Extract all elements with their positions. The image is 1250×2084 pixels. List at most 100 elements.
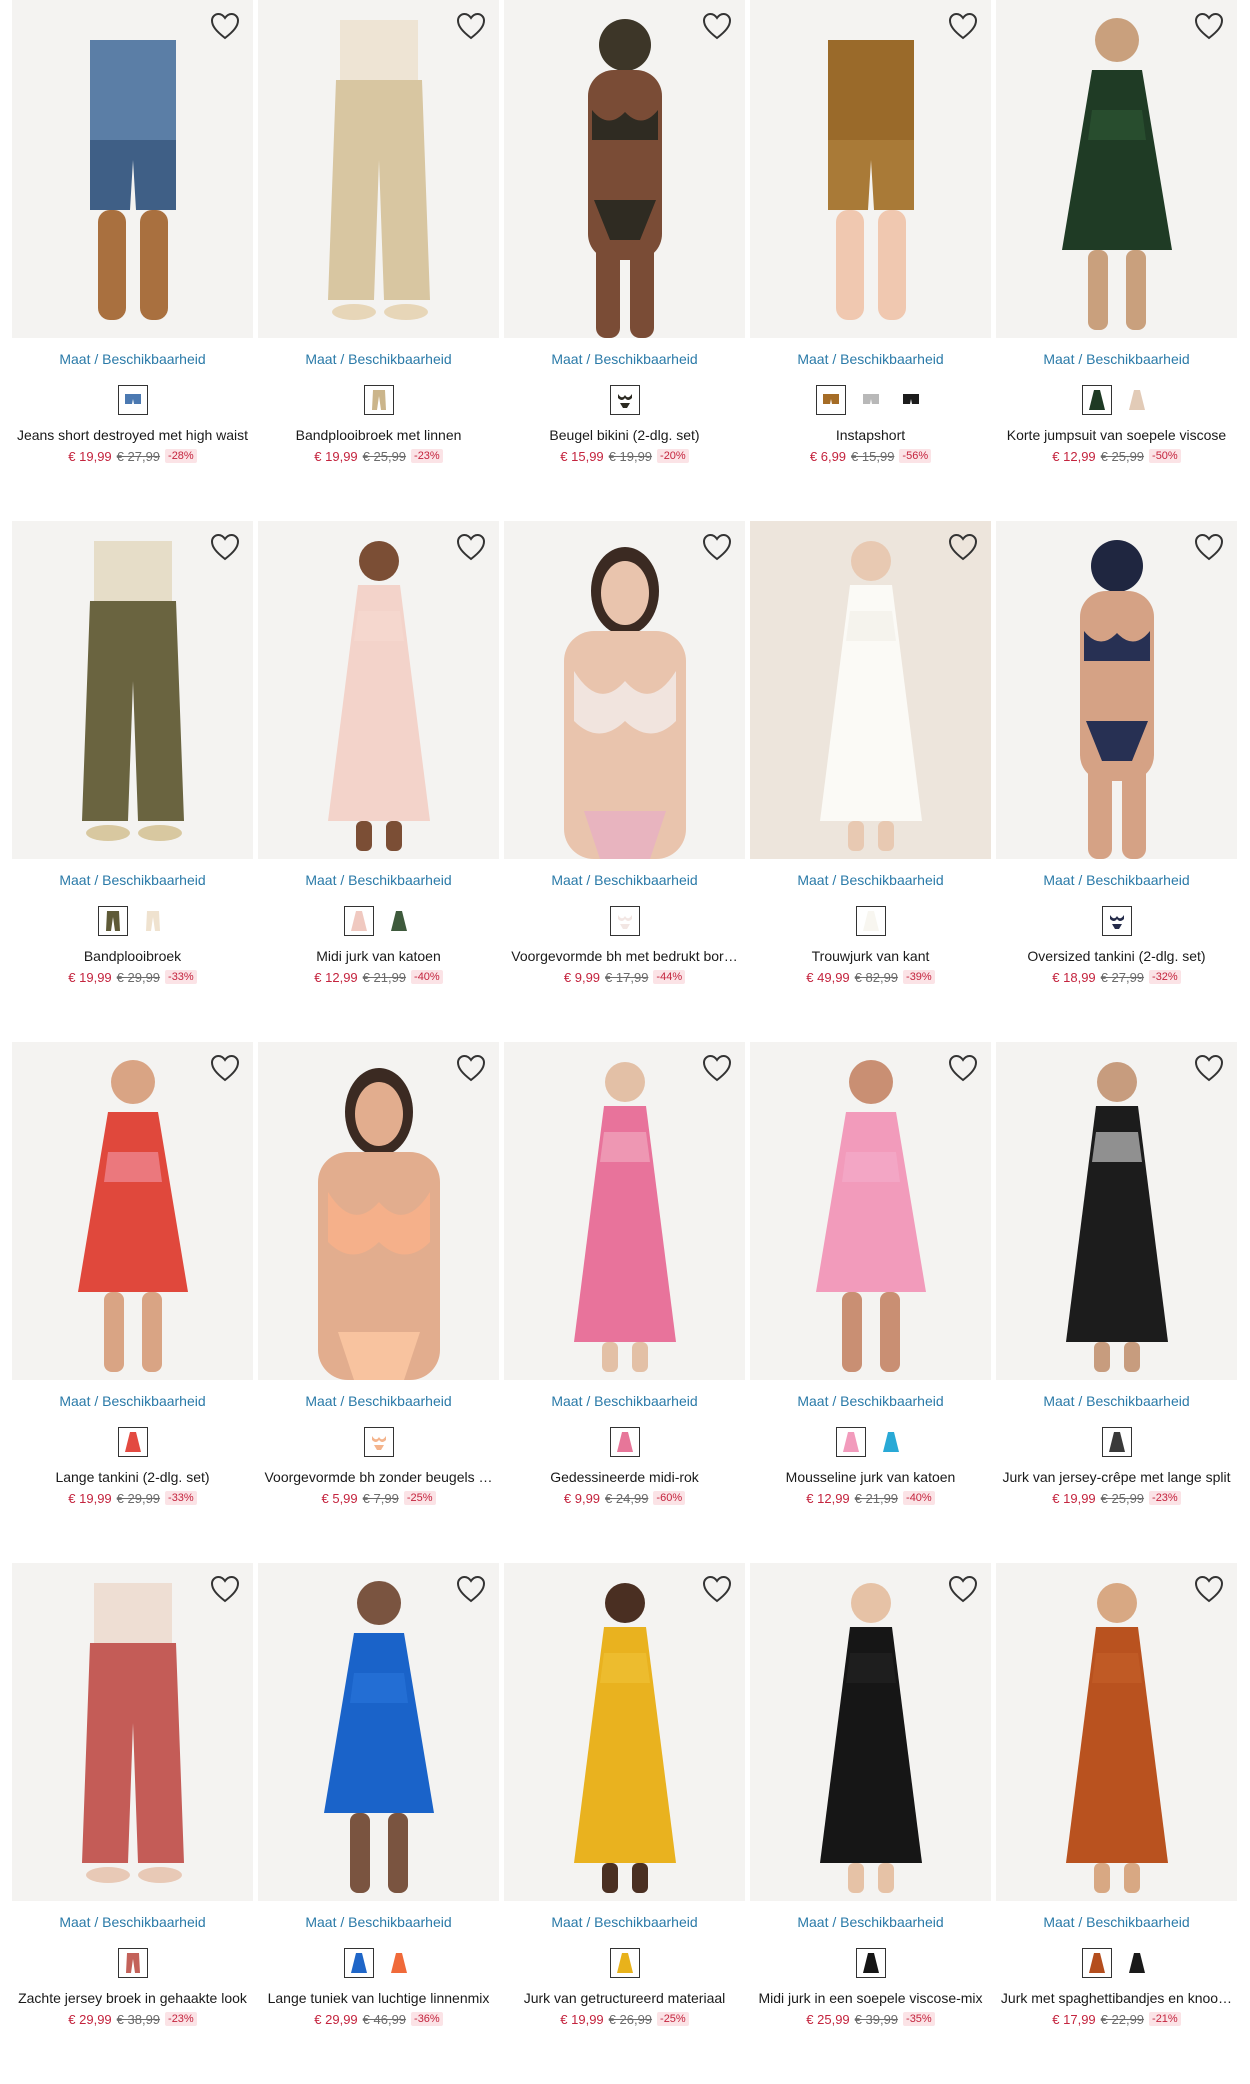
product-title[interactable]: Bandplooibroek (12, 948, 253, 966)
size-availability-link[interactable]: Maat / Beschikbaarheid (750, 872, 991, 890)
wishlist-heart-icon[interactable] (701, 1573, 733, 1605)
size-availability-link[interactable]: Maat / Beschikbaarheid (504, 872, 745, 890)
color-swatch[interactable] (609, 906, 640, 936)
size-availability-link[interactable]: Maat / Beschikbaarheid (996, 351, 1237, 369)
product-card[interactable]: Maat / Beschikbaarheid Mousseline jurk va… (750, 1042, 991, 1563)
size-availability-link[interactable]: Maat / Beschikbaarheid (504, 1914, 745, 1932)
product-image[interactable] (996, 0, 1237, 338)
color-swatch[interactable] (609, 1427, 640, 1457)
size-availability-link[interactable]: Maat / Beschikbaarheid (750, 351, 991, 369)
product-card[interactable]: Maat / Beschikbaarheid Korte jumpsuit van… (996, 0, 1237, 521)
product-image[interactable] (750, 1042, 991, 1380)
size-availability-link[interactable]: Maat / Beschikbaarheid (996, 1914, 1237, 1932)
color-swatch[interactable] (609, 1948, 640, 1978)
product-card[interactable]: Maat / Beschikbaarheid Beugel bikini (2-d… (504, 0, 745, 521)
wishlist-heart-icon[interactable] (701, 531, 733, 563)
product-image[interactable] (258, 0, 499, 338)
wishlist-heart-icon[interactable] (455, 531, 487, 563)
wishlist-heart-icon[interactable] (947, 531, 979, 563)
wishlist-heart-icon[interactable] (209, 1573, 241, 1605)
product-image[interactable] (12, 1042, 253, 1380)
product-title[interactable]: Voorgevormde bh zonder beugels … (258, 1469, 499, 1487)
product-card[interactable]: Maat / Beschikbaarheid Jeans short destro… (12, 0, 253, 521)
product-title[interactable]: Bandplooibroek met linnen (258, 427, 499, 445)
color-swatch[interactable] (609, 385, 640, 415)
product-card[interactable]: Maat / Beschikbaarheid Midi jurk van kato… (258, 521, 499, 1042)
wishlist-heart-icon[interactable] (1193, 1573, 1225, 1605)
wishlist-heart-icon[interactable] (701, 10, 733, 42)
product-title[interactable]: Voorgevormde bh met bedrukt bor… (504, 948, 745, 966)
product-image[interactable] (996, 521, 1237, 859)
color-swatch[interactable] (97, 906, 128, 936)
product-image[interactable] (504, 521, 745, 859)
product-title[interactable]: Zachte jersey broek in gehaakte look (12, 1990, 253, 2008)
size-availability-link[interactable]: Maat / Beschikbaarheid (258, 1914, 499, 1932)
color-swatch[interactable] (855, 906, 886, 936)
product-image[interactable] (258, 521, 499, 859)
color-swatch[interactable] (1122, 1948, 1152, 1978)
product-card[interactable]: Maat / Beschikbaarheid Lange tankini (2-d… (12, 1042, 253, 1563)
product-image[interactable] (504, 1042, 745, 1380)
wishlist-heart-icon[interactable] (209, 10, 241, 42)
color-swatch[interactable] (896, 385, 926, 415)
size-availability-link[interactable]: Maat / Beschikbaarheid (996, 1393, 1237, 1411)
size-availability-link[interactable]: Maat / Beschikbaarheid (12, 872, 253, 890)
product-card[interactable]: Maat / Beschikbaarheid Trouwjurk van kant… (750, 521, 991, 1042)
product-title[interactable]: Lange tankini (2-dlg. set) (12, 1469, 253, 1487)
size-availability-link[interactable]: Maat / Beschikbaarheid (12, 351, 253, 369)
product-image[interactable] (750, 1563, 991, 1901)
product-image[interactable] (504, 1563, 745, 1901)
product-card[interactable]: Maat / Beschikbaarheid Instapshort € 6,99 €… (750, 0, 991, 521)
size-availability-link[interactable]: Maat / Beschikbaarheid (750, 1914, 991, 1932)
product-title[interactable]: Midi jurk van katoen (258, 948, 499, 966)
size-availability-link[interactable]: Maat / Beschikbaarheid (258, 1393, 499, 1411)
wishlist-heart-icon[interactable] (947, 10, 979, 42)
product-card[interactable]: Maat / Beschikbaarheid Jurk van getructur… (504, 1563, 745, 2084)
size-availability-link[interactable]: Maat / Beschikbaarheid (12, 1914, 253, 1932)
wishlist-heart-icon[interactable] (455, 10, 487, 42)
color-swatch[interactable] (117, 1948, 148, 1978)
wishlist-heart-icon[interactable] (947, 1573, 979, 1605)
product-image[interactable] (750, 0, 991, 338)
size-availability-link[interactable]: Maat / Beschikbaarheid (750, 1393, 991, 1411)
product-title[interactable]: Mousseline jurk van katoen (750, 1469, 991, 1487)
product-image[interactable] (258, 1042, 499, 1380)
color-swatch[interactable] (1122, 385, 1152, 415)
product-title[interactable]: Beugel bikini (2-dlg. set) (504, 427, 745, 445)
product-image[interactable] (12, 1563, 253, 1901)
color-swatch[interactable] (1101, 906, 1132, 936)
size-availability-link[interactable]: Maat / Beschikbaarheid (258, 872, 499, 890)
product-card[interactable]: Maat / Beschikbaarheid Zachte jersey broe… (12, 1563, 253, 2084)
color-swatch[interactable] (856, 385, 886, 415)
product-title[interactable]: Instapshort (750, 427, 991, 445)
product-image[interactable] (12, 0, 253, 338)
size-availability-link[interactable]: Maat / Beschikbaarheid (12, 1393, 253, 1411)
color-swatch[interactable] (384, 906, 414, 936)
size-availability-link[interactable]: Maat / Beschikbaarheid (504, 351, 745, 369)
color-swatch[interactable] (343, 1948, 374, 1978)
color-swatch[interactable] (117, 385, 148, 415)
wishlist-heart-icon[interactable] (1193, 10, 1225, 42)
product-card[interactable]: Maat / Beschikbaarheid Jurk met spaghetti… (996, 1563, 1237, 2084)
product-card[interactable]: Maat / Beschikbaarheid Bandplooibroek met… (258, 0, 499, 521)
product-title[interactable]: Jurk van getructureerd materiaal (504, 1990, 745, 2008)
wishlist-heart-icon[interactable] (455, 1052, 487, 1084)
product-image[interactable] (258, 1563, 499, 1901)
color-swatch[interactable] (384, 1948, 414, 1978)
size-availability-link[interactable]: Maat / Beschikbaarheid (504, 1393, 745, 1411)
size-availability-link[interactable]: Maat / Beschikbaarheid (258, 351, 499, 369)
color-swatch[interactable] (855, 1948, 886, 1978)
wishlist-heart-icon[interactable] (209, 1052, 241, 1084)
wishlist-heart-icon[interactable] (1193, 1052, 1225, 1084)
wishlist-heart-icon[interactable] (209, 531, 241, 563)
product-image[interactable] (504, 0, 745, 338)
color-swatch[interactable] (138, 906, 168, 936)
color-swatch[interactable] (1081, 1948, 1112, 1978)
wishlist-heart-icon[interactable] (455, 1573, 487, 1605)
wishlist-heart-icon[interactable] (701, 1052, 733, 1084)
color-swatch[interactable] (117, 1427, 148, 1457)
color-swatch[interactable] (363, 1427, 394, 1457)
color-swatch[interactable] (835, 1427, 866, 1457)
product-card[interactable]: Maat / Beschikbaarheid Voorgevormde bh zo… (258, 1042, 499, 1563)
wishlist-heart-icon[interactable] (947, 1052, 979, 1084)
